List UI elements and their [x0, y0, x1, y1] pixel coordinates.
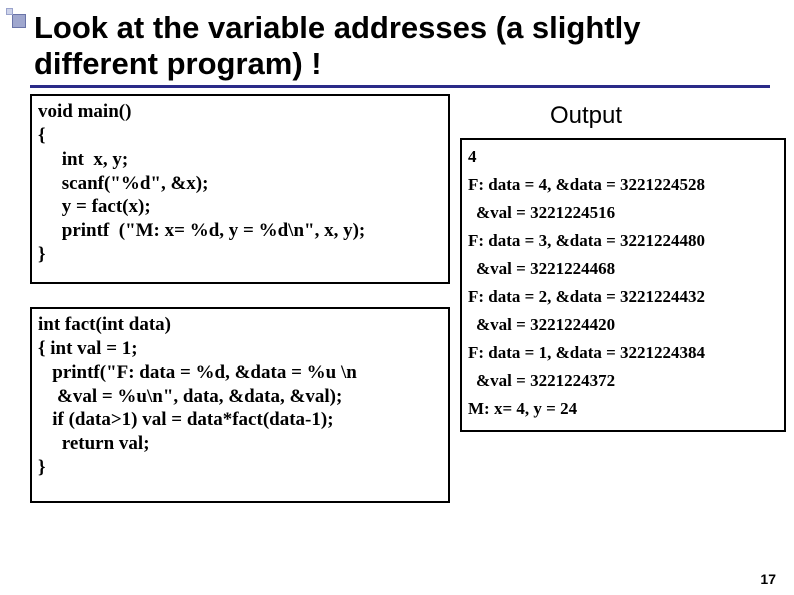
- title-bullet-icon: [6, 8, 28, 30]
- code-fact-box: int fact(int data) { int val = 1; printf…: [30, 307, 450, 503]
- slide: Look at the variable addresses (a slight…: [0, 0, 794, 595]
- output-line: M: x= 4, y = 24: [468, 396, 778, 424]
- code-line: }: [38, 243, 442, 267]
- output-line: F: data = 1, &data = 3221224384: [468, 340, 778, 368]
- code-line: scanf("%d", &x);: [38, 172, 442, 196]
- code-line: return val;: [38, 432, 442, 456]
- output-line: &val = 3221224468: [468, 256, 778, 284]
- code-line: &val = %u\n", data, &data, &val);: [38, 385, 442, 409]
- output-line: F: data = 2, &data = 3221224432: [468, 284, 778, 312]
- code-line: {: [38, 124, 442, 148]
- output-line: F: data = 4, &data = 3221224528: [468, 172, 778, 200]
- output-heading: Output: [550, 102, 622, 130]
- code-line: { int val = 1;: [38, 337, 442, 361]
- output-box: 4 F: data = 4, &data = 3221224528 &val =…: [460, 138, 786, 432]
- code-line: y = fact(x);: [38, 195, 442, 219]
- output-line: &val = 3221224372: [468, 368, 778, 396]
- code-line: void main(): [38, 100, 442, 124]
- code-main-box: void main() { int x, y; scanf("%d", &x);…: [30, 94, 450, 284]
- output-line: &val = 3221224420: [468, 312, 778, 340]
- code-line: if (data>1) val = data*fact(data-1);: [38, 408, 442, 432]
- code-line: int x, y;: [38, 148, 442, 172]
- page-number: 17: [760, 571, 776, 587]
- code-line: int fact(int data): [38, 313, 442, 337]
- slide-title: Look at the variable addresses (a slight…: [30, 10, 770, 88]
- output-line: &val = 3221224516: [468, 200, 778, 228]
- code-line: printf("F: data = %d, &data = %u \n: [38, 361, 442, 385]
- code-line: }: [38, 456, 442, 480]
- output-line: 4: [468, 144, 778, 172]
- output-line: F: data = 3, &data = 3221224480: [468, 228, 778, 256]
- code-line: printf ("M: x= %d, y = %d\n", x, y);: [38, 219, 442, 243]
